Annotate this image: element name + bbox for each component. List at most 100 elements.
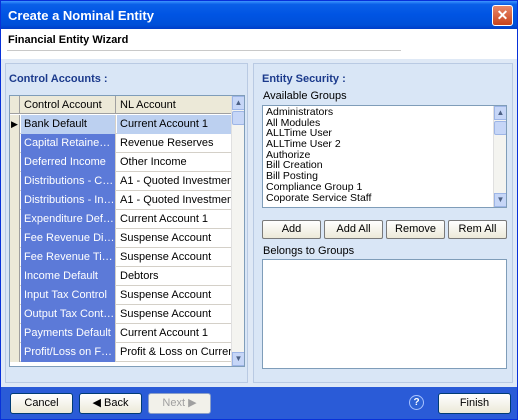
row-indicator — [10, 153, 20, 172]
table-row[interactable]: Capital Retained E... Revenue Reserves — [10, 134, 232, 153]
row-indicator: ▶ — [10, 115, 20, 134]
control-account-cell[interactable]: Payments Default — [21, 324, 116, 343]
control-account-cell[interactable]: Fee Revenue Disb... — [21, 229, 116, 248]
column-header-nl-account[interactable]: NL Account — [117, 96, 232, 114]
list-item[interactable]: Compliance Group 1 — [263, 182, 506, 193]
belongs-to-groups-label: Belongs to Groups — [263, 245, 355, 257]
control-account-cell[interactable]: Bank Default — [21, 115, 116, 134]
close-button[interactable]: ✕ — [492, 5, 513, 26]
available-groups-items: Administrators All Modules ALLTime User ALL… — [263, 106, 506, 203]
control-accounts-panel: Control Accounts : Control Account NL Ac… — [5, 63, 248, 383]
table-row[interactable]: Fee Revenue Time Suspense Account — [10, 248, 232, 267]
row-indicator — [10, 343, 20, 362]
nl-account-cell[interactable]: A1 - Quoted Investments — [117, 172, 232, 191]
available-groups-label: Available Groups — [263, 90, 347, 102]
nl-account-cell[interactable]: Current Account 1 — [117, 115, 232, 134]
add-button[interactable]: Add — [262, 220, 321, 239]
table-row[interactable]: Distributions - CapitalA1 - Quoted Inves… — [10, 172, 232, 191]
remove-button[interactable]: Remove — [386, 220, 445, 239]
table-row[interactable]: Fee Revenue Disb... Suspense Account — [10, 229, 232, 248]
row-indicator — [10, 267, 20, 286]
control-account-cell[interactable]: Distributions - Inco... — [21, 191, 116, 210]
row-indicator — [10, 191, 20, 210]
table-row[interactable]: Output Tax Control Suspense Account — [10, 305, 232, 324]
nl-account-cell[interactable]: Revenue Reserves — [117, 134, 232, 153]
wizard-step-title: Financial Entity Wizard — [8, 34, 129, 46]
control-accounts-title: Control Accounts : — [9, 73, 108, 85]
control-account-cell[interactable]: Income Default — [21, 267, 116, 286]
nl-account-cell[interactable]: Suspense Account — [117, 286, 232, 305]
nl-account-cell[interactable]: A1 - Quoted Investments — [117, 191, 232, 210]
belongs-to-groups-list[interactable] — [262, 259, 507, 369]
wizard-footer: Cancel ◀ Back Next ▶ ? Finish — [1, 387, 517, 419]
row-indicator — [10, 248, 20, 267]
table-row[interactable]: Income Default Debtors — [10, 267, 232, 286]
row-indicator — [10, 305, 20, 324]
control-account-cell[interactable]: Output Tax Control — [21, 305, 116, 324]
scroll-up-icon[interactable]: ▲ — [494, 106, 506, 120]
table-row[interactable]: Distributions - Inco... A1 - Quoted Inves… — [10, 191, 232, 210]
title-bar: Create a Nominal Entity ✕ — [1, 1, 517, 29]
control-account-cell[interactable]: Capital Retained E... — [21, 134, 116, 153]
available-scroll-thumb[interactable] — [494, 121, 506, 135]
entity-security-title: Entity Security : — [262, 73, 346, 85]
next-button[interactable]: Next ▶ — [148, 393, 211, 414]
available-groups-scrollbar[interactable]: ▲ ▼ — [493, 106, 506, 207]
scroll-down-icon[interactable]: ▼ — [494, 193, 506, 207]
control-account-cell[interactable]: Input Tax Control — [21, 286, 116, 305]
back-arrow-icon: ◀ — [92, 397, 105, 409]
available-groups-list[interactable]: Administrators All Modules ALLTime User ALL… — [262, 105, 507, 208]
table-row[interactable]: Expenditure Default Current Account 1 — [10, 210, 232, 229]
next-label: Next — [162, 397, 186, 409]
grid-header-indicator — [10, 96, 20, 114]
nl-account-cell[interactable]: Other Income — [117, 153, 232, 172]
wizard-window: Create a Nominal Entity ✕ Financial Enti… — [0, 0, 518, 420]
table-row[interactable]: Payments Default Current Account 1 — [10, 324, 232, 343]
table-row[interactable]: Input Tax Control Suspense Account — [10, 286, 232, 305]
nl-account-cell[interactable]: Current Account 1 — [117, 210, 232, 229]
control-account-cell[interactable]: Fee Revenue Time — [21, 248, 116, 267]
add-all-button[interactable]: Add All — [324, 220, 383, 239]
next-arrow-icon: ▶ — [185, 397, 197, 409]
control-account-cell[interactable]: Profit/Loss on For... — [21, 343, 116, 362]
row-indicator — [10, 210, 20, 229]
table-row[interactable]: Profit/Loss on For... Profit & Loss on Cu… — [10, 343, 232, 362]
wizard-header: Financial Entity Wizard — [1, 29, 517, 59]
nl-account-cell[interactable]: Suspense Account — [117, 248, 232, 267]
header-divider — [7, 50, 401, 51]
grid-header: Control Account NL Account — [10, 96, 232, 114]
table-row[interactable]: Deferred Income Other Income — [10, 153, 232, 172]
grid-rows: ▶ Bank Default Current Account 1 Capital Re… — [10, 115, 232, 362]
remove-all-button[interactable]: Rem All — [448, 220, 507, 239]
row-indicator — [10, 172, 20, 191]
wizard-body: Control Accounts : Control Account NL Ac… — [1, 59, 517, 387]
nl-account-cell[interactable]: Debtors — [117, 267, 232, 286]
list-item[interactable]: Coporate Service Staff — [263, 192, 506, 204]
cancel-button[interactable]: Cancel — [10, 393, 73, 414]
scroll-down-icon[interactable]: ▼ — [232, 352, 244, 366]
window-title: Create a Nominal Entity — [8, 8, 154, 23]
back-label: Back — [104, 397, 129, 409]
row-indicator — [10, 229, 20, 248]
control-accounts-grid[interactable]: Control Account NL Account ▶ Bank Default… — [9, 95, 245, 367]
column-header-control-account[interactable]: Control Account — [21, 96, 116, 114]
close-icon: ✕ — [496, 7, 509, 23]
finish-button[interactable]: Finish — [438, 393, 511, 414]
row-indicator — [10, 324, 20, 343]
nl-account-cell[interactable]: Current Account 1 — [117, 324, 232, 343]
entity-security-panel: Entity Security : Available Groups Admin… — [253, 63, 513, 383]
row-indicator — [10, 286, 20, 305]
control-account-cell[interactable]: Expenditure Default — [21, 210, 116, 229]
table-row[interactable]: ▶ Bank Default Current Account 1 — [10, 115, 232, 134]
help-icon[interactable]: ? — [409, 395, 424, 410]
nl-account-cell[interactable]: Suspense Account — [117, 305, 232, 324]
nl-account-cell[interactable]: Profit & Loss on Currency — [117, 343, 232, 362]
grid-scroll-thumb[interactable] — [232, 111, 244, 125]
control-account-cell[interactable]: Distributions - Capital — [21, 172, 116, 191]
row-indicator — [10, 134, 20, 153]
scroll-up-icon[interactable]: ▲ — [232, 96, 244, 110]
back-button[interactable]: ◀ Back — [79, 393, 142, 414]
nl-account-cell[interactable]: Suspense Account — [117, 229, 232, 248]
control-account-cell[interactable]: Deferred Income — [21, 153, 116, 172]
grid-scrollbar[interactable]: ▲ ▼ — [231, 96, 244, 366]
